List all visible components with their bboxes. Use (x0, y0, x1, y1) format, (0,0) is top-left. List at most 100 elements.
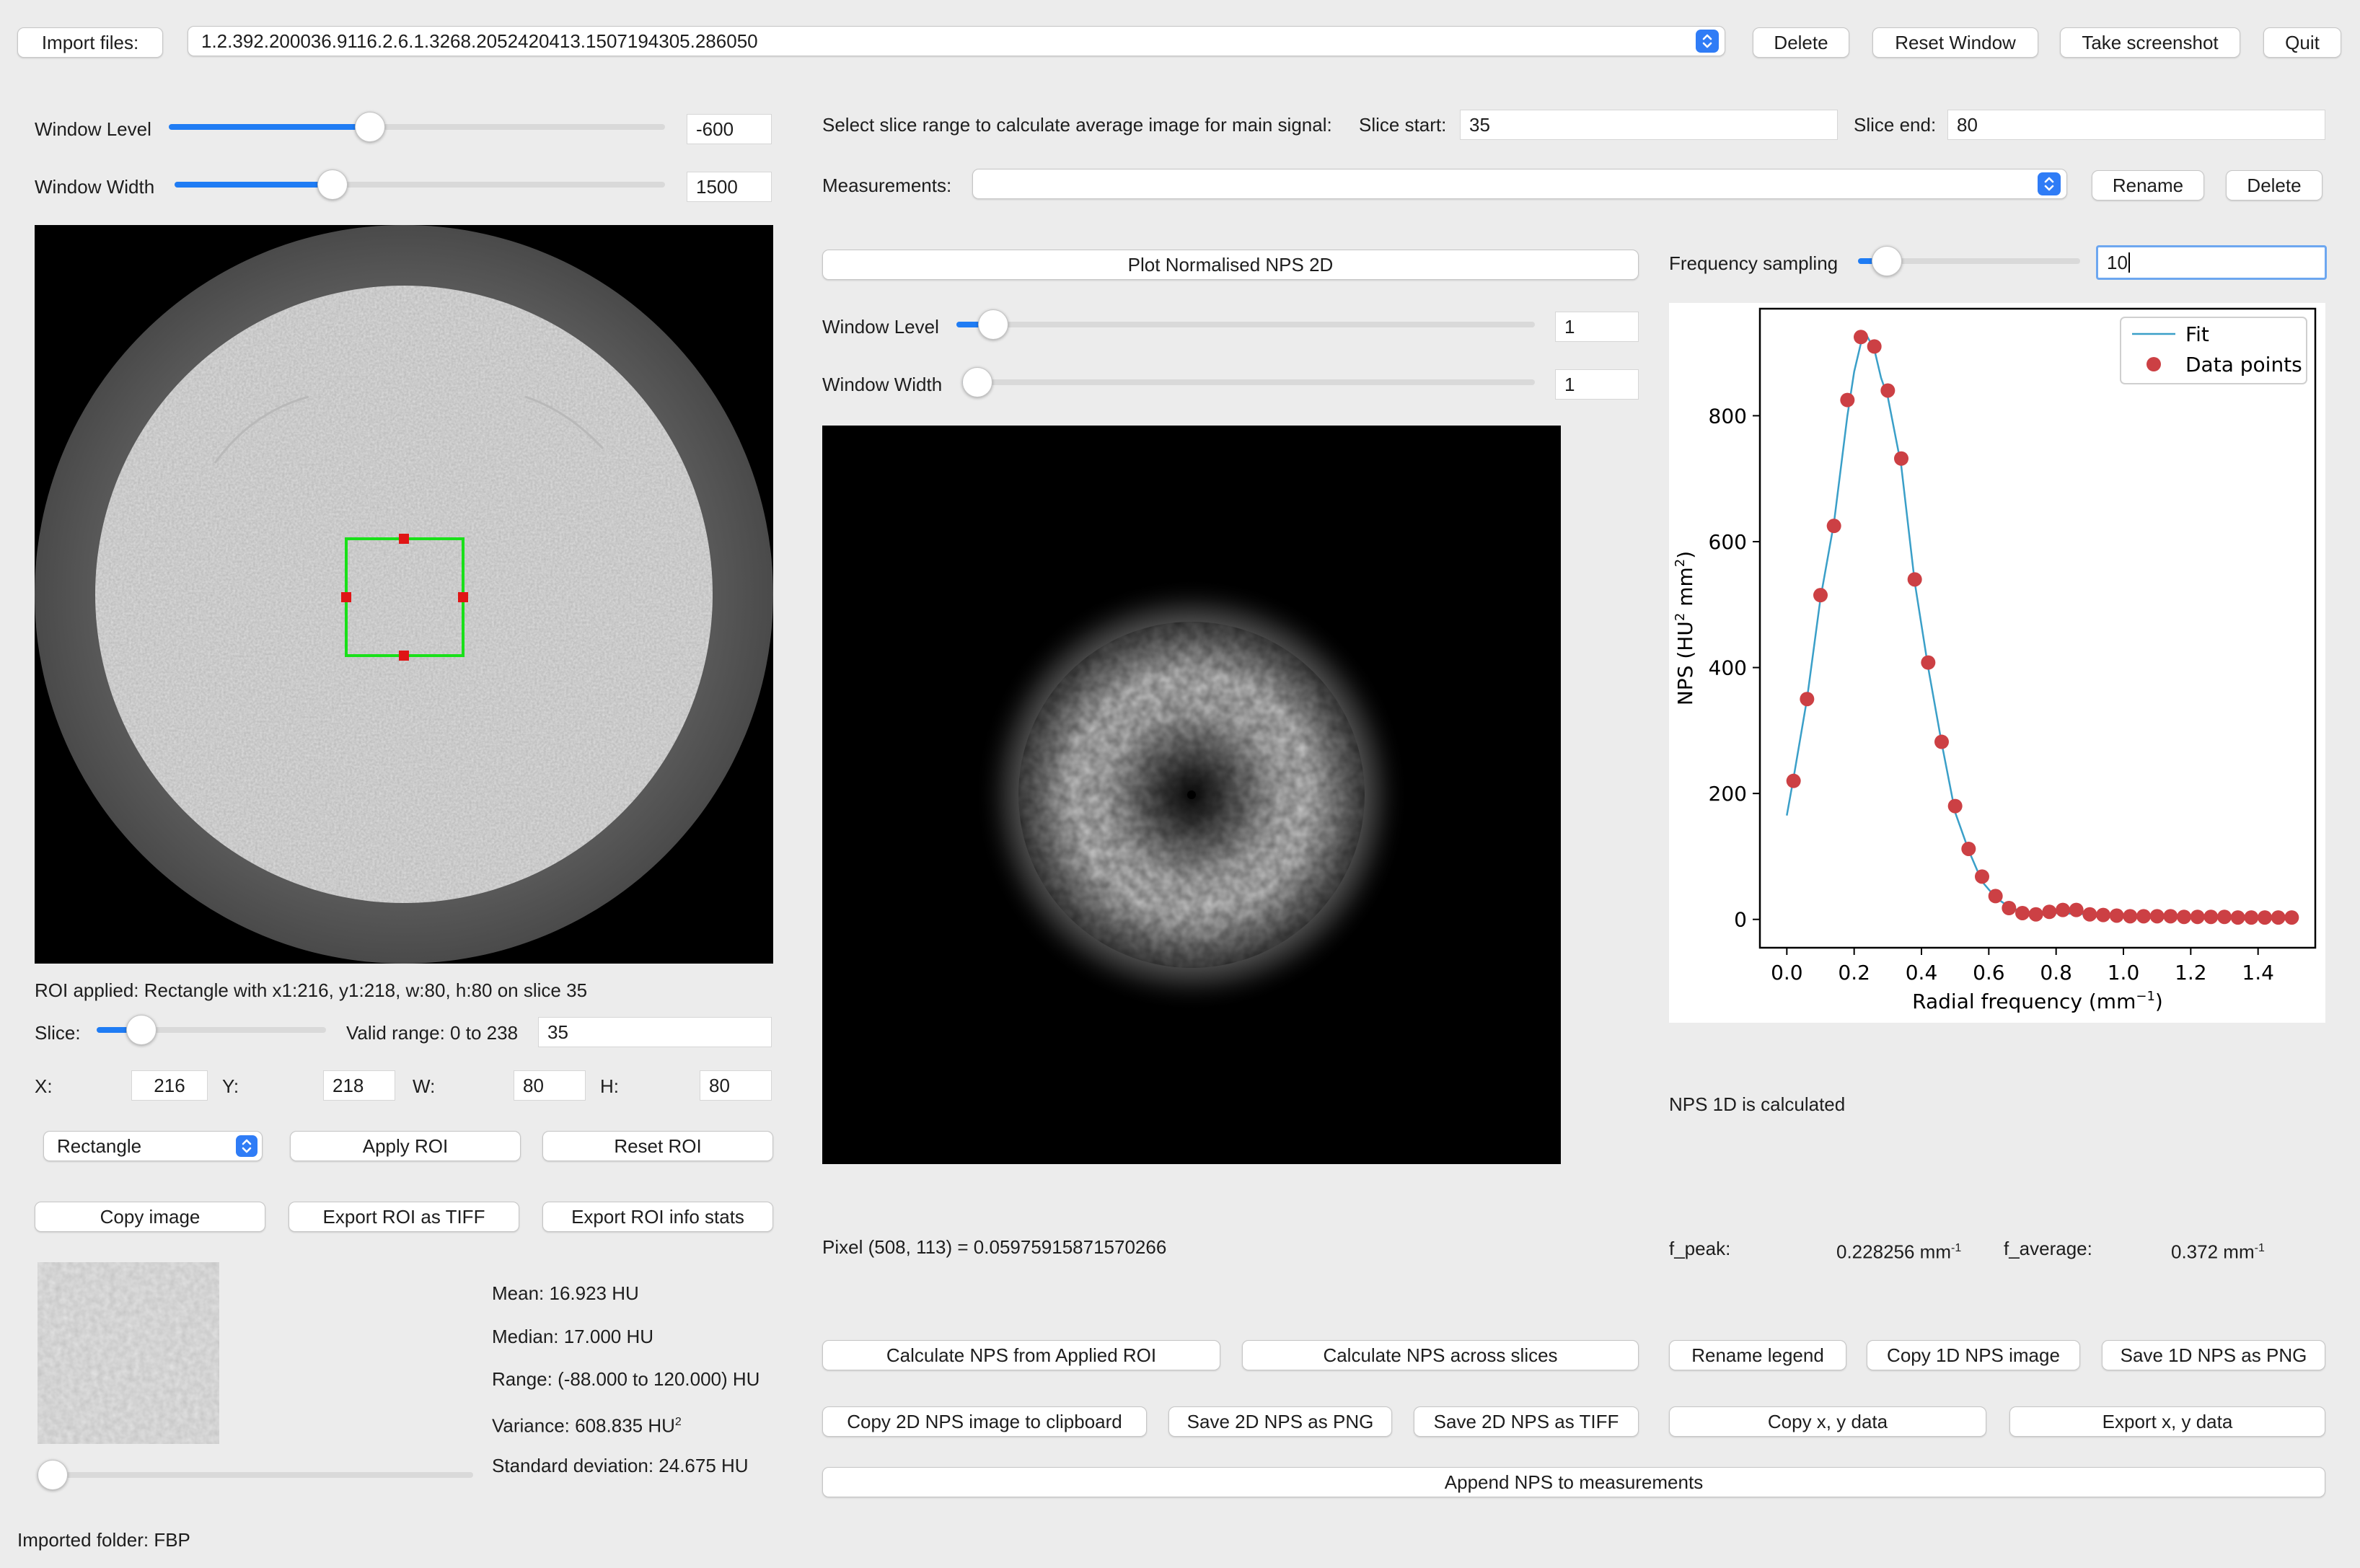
window-width-fill (175, 182, 333, 188)
rename-legend-label: Rename legend (1691, 1344, 1824, 1366)
nps1d-chart[interactable]: 0.0 0.2 0.4 0.6 0.8 1.0 1.2 1.4 0 200 400 600 800 R… (1669, 303, 2325, 1023)
roi-handle-top[interactable] (399, 534, 409, 544)
slice-end-input[interactable]: 80 (1947, 110, 2325, 140)
copy-image-label: Copy image (100, 1205, 201, 1228)
window-level-slider[interactable] (169, 112, 665, 142)
nps-window-level-handle[interactable] (978, 309, 1009, 340)
copy-1d-nps-button[interactable]: Copy 1D NPS image (1867, 1340, 2080, 1370)
x-tick-label: 1.0 (2108, 961, 2140, 985)
save-2d-tiff-button[interactable]: Save 2D NPS as TIFF (1414, 1406, 1639, 1437)
roi-handle-bottom[interactable] (399, 651, 409, 661)
y-tick-label: 600 (1709, 530, 1747, 554)
frequency-sampling-handle[interactable] (1871, 246, 1902, 276)
roi-preview-handle[interactable] (38, 1460, 68, 1490)
window-width-input[interactable]: 1500 (687, 172, 772, 202)
x-tick-label: 0.2 (1838, 961, 1870, 985)
window-width-handle[interactable] (317, 169, 348, 200)
frequency-sampling-slider[interactable] (1858, 246, 2080, 276)
roi-handle-left[interactable] (341, 592, 351, 602)
w-input[interactable]: 80 (514, 1070, 586, 1101)
delete-measurement-label: Delete (2247, 174, 2302, 196)
quit-label: Quit (2285, 31, 2320, 53)
h-value: 80 (709, 1074, 730, 1096)
nps-window-width-value: 1 (1564, 373, 1575, 395)
legend-fit-label: Fit (2185, 322, 2209, 346)
export-xy-data-button[interactable]: Export x, y data (2009, 1406, 2325, 1437)
slice-start-value: 35 (1469, 113, 1490, 136)
measurements-select[interactable] (972, 169, 2067, 199)
h-input[interactable]: 80 (700, 1070, 772, 1101)
reset-roi-button[interactable]: Reset ROI (542, 1131, 773, 1161)
roi-shape-select[interactable]: Rectangle (43, 1131, 263, 1161)
save-1d-png-button[interactable]: Save 1D NPS as PNG (2102, 1340, 2325, 1370)
data-point (2136, 909, 2151, 924)
roi-preview-image (38, 1262, 219, 1444)
slice-range-label: Select slice range to calculate average … (822, 114, 1332, 136)
save-2d-png-button[interactable]: Save 2D NPS as PNG (1168, 1406, 1392, 1437)
frequency-sampling-input[interactable]: 10 (2096, 245, 2327, 280)
file-select[interactable]: 1.2.392.200036.9116.2.6.1.3268.205242041… (188, 26, 1725, 56)
import-files-button[interactable]: Import files: (17, 27, 163, 58)
nps-window-width-input[interactable]: 1 (1555, 369, 1639, 400)
save-2d-png-label: Save 2D NPS as PNG (1186, 1410, 1374, 1432)
rename-measurement-button[interactable]: Rename (2092, 170, 2204, 201)
pixel-readout: Pixel (508, 113) = 0.05975915871570266 (822, 1236, 1167, 1258)
stat-std: Standard deviation: 24.675 HU (492, 1455, 749, 1476)
y-input[interactable]: 218 (323, 1070, 395, 1101)
copy-image-button[interactable]: Copy image (35, 1202, 265, 1232)
nps-window-width-handle[interactable] (962, 367, 992, 397)
append-nps-label: Append NPS to measurements (1444, 1471, 1704, 1493)
calculate-nps-roi-label: Calculate NPS from Applied ROI (886, 1344, 1157, 1366)
copy-2d-nps-button[interactable]: Copy 2D NPS image to clipboard (822, 1406, 1147, 1437)
plot-nps2d-button[interactable]: Plot Normalised NPS 2D (822, 250, 1639, 280)
y-label: Y: (222, 1075, 239, 1097)
nps-window-level-input[interactable]: 1 (1555, 312, 1639, 342)
slice-start-input[interactable]: 35 (1460, 110, 1838, 140)
delete-measurement-button[interactable]: Delete (2226, 170, 2322, 201)
roi-shape-value: Rectangle (57, 1135, 142, 1157)
frequency-sampling-label: Frequency sampling (1669, 252, 1839, 274)
ct-image-viewer[interactable] (35, 225, 773, 964)
slice-input[interactable]: 35 (538, 1017, 772, 1047)
y-tick-label: 200 (1709, 782, 1747, 806)
x-axis-label: Radial frequency (mm−1) (1912, 989, 2163, 1013)
export-roi-info-button[interactable]: Export ROI info stats (542, 1202, 773, 1232)
data-point (2244, 910, 2259, 925)
roi-preview-slider[interactable] (38, 1460, 473, 1490)
valid-range-label: Valid range: 0 to 238 (346, 1022, 519, 1044)
copy-xy-data-button[interactable]: Copy x, y data (1669, 1406, 1986, 1437)
slice-slider[interactable] (97, 1015, 326, 1045)
nps2d-image-viewer[interactable] (822, 426, 1561, 1164)
slice-handle[interactable] (126, 1015, 157, 1045)
save-2d-tiff-label: Save 2D NPS as TIFF (1433, 1410, 1619, 1432)
quit-button[interactable]: Quit (2263, 27, 2341, 58)
data-point (1786, 773, 1801, 788)
calculate-nps-roi-button[interactable]: Calculate NPS from Applied ROI (822, 1340, 1220, 1370)
legend-points-swatch (2147, 357, 2161, 371)
data-point (2190, 909, 2205, 925)
calculate-nps-slices-button[interactable]: Calculate NPS across slices (1242, 1340, 1639, 1370)
data-point (2177, 909, 2191, 925)
export-roi-tiff-button[interactable]: Export ROI as TIFF (289, 1202, 519, 1232)
x-input[interactable]: 216 (131, 1070, 208, 1101)
x-tick-label: 1.4 (2242, 961, 2274, 985)
nps-window-width-slider[interactable] (962, 367, 1535, 397)
reset-window-button[interactable]: Reset Window (1872, 27, 2038, 58)
apply-roi-button[interactable]: Apply ROI (290, 1131, 521, 1161)
window-width-slider[interactable] (175, 169, 665, 200)
data-point (1907, 572, 1922, 587)
nps-window-level-slider[interactable] (956, 309, 1535, 340)
f-peak-unit-sup: -1 (1950, 1242, 1962, 1254)
take-screenshot-button[interactable]: Take screenshot (2060, 27, 2240, 58)
roi-handle-right[interactable] (458, 592, 468, 602)
append-nps-button[interactable]: Append NPS to measurements (822, 1467, 2325, 1497)
data-point (2163, 909, 2178, 924)
window-level-handle[interactable] (355, 112, 386, 142)
delete-file-button[interactable]: Delete (1753, 27, 1849, 58)
rename-legend-button[interactable]: Rename legend (1669, 1340, 1846, 1370)
window-level-input[interactable]: -600 (687, 114, 772, 144)
data-point (2217, 909, 2232, 925)
chevron-updown-icon (1696, 30, 1719, 53)
copy-2d-nps-label: Copy 2D NPS image to clipboard (847, 1410, 1122, 1432)
x-tick-label: 1.2 (2175, 961, 2207, 985)
